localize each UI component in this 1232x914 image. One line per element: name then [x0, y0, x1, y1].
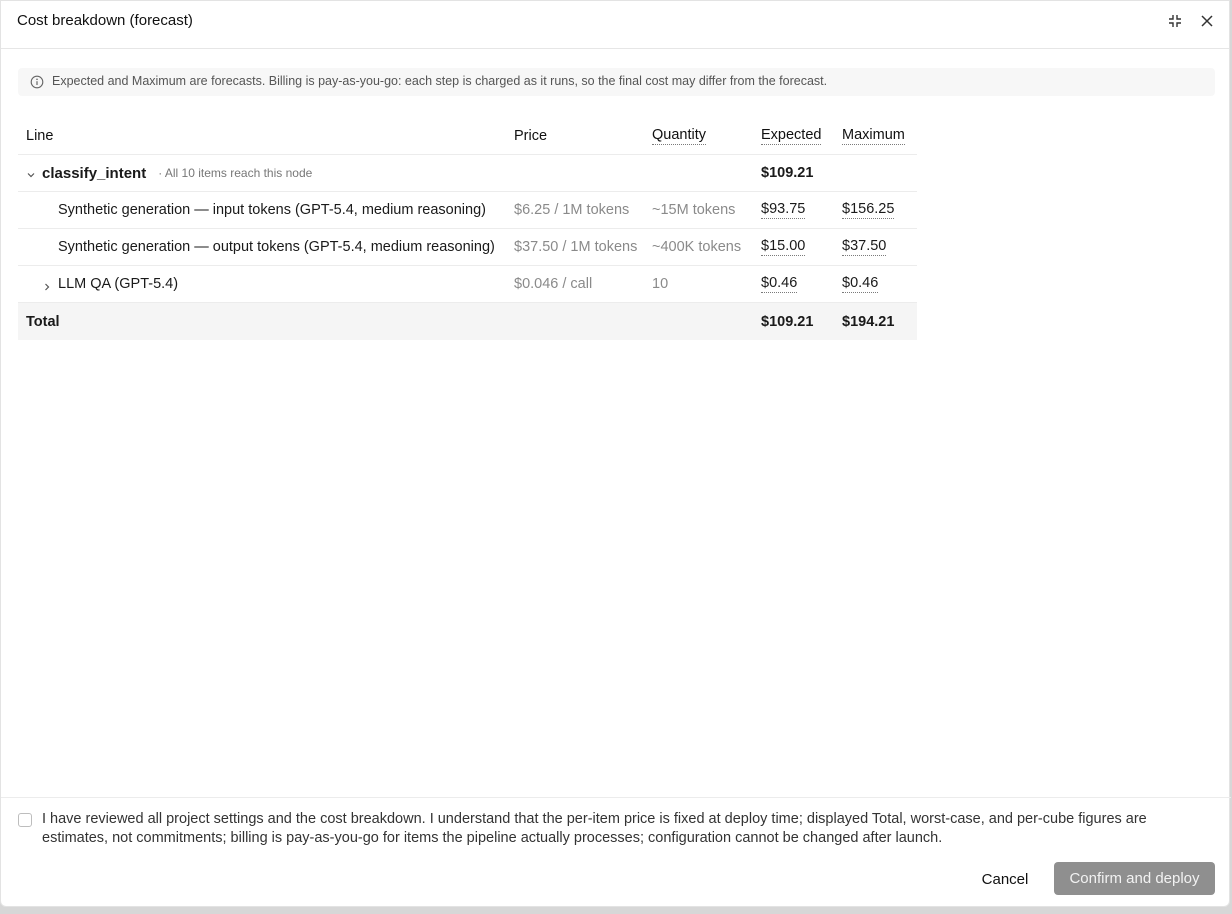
node-row-classify-intent[interactable]: classify_intent · All 10 items reach thi…	[18, 155, 917, 192]
item-quantity: ~15M tokens	[652, 202, 736, 218]
confirm-deploy-button[interactable]: Confirm and deploy	[1054, 862, 1215, 895]
header-line: Line	[26, 127, 54, 144]
item-line: LLM QA (GPT-5.4)	[58, 276, 179, 292]
node-expected: $109.21	[761, 165, 814, 181]
table-row-llm-qa[interactable]: LLM QA (GPT-5.4) $0.046 / call 10 $0.46 …	[18, 266, 917, 303]
chevron-down-icon[interactable]	[26, 168, 36, 178]
item-price: $0.046 / call	[514, 276, 593, 292]
dialog-header: Cost breakdown (forecast)	[1, 1, 1229, 49]
item-expected[interactable]: $93.75	[761, 192, 806, 228]
header-quantity[interactable]: Quantity	[652, 117, 706, 154]
total-label: Total	[26, 313, 60, 330]
item-expected[interactable]: $15.00	[761, 229, 806, 265]
collapse-icon[interactable]	[1167, 13, 1183, 29]
notice-text: Expected and Maximum are forecasts. Bill…	[52, 74, 828, 88]
info-icon	[30, 75, 44, 89]
item-line: Synthetic generation — output tokens (GP…	[58, 239, 495, 255]
node-line: classify_intent · All 10 items reach thi…	[26, 155, 312, 191]
item-quantity: 10	[652, 276, 669, 292]
dialog-title: Cost breakdown (forecast)	[17, 12, 193, 29]
cancel-button[interactable]: Cancel	[969, 862, 1041, 896]
forecast-notice: Expected and Maximum are forecasts. Bill…	[18, 68, 1215, 96]
item-expected[interactable]: $0.46	[761, 266, 798, 302]
chevron-right-icon[interactable]	[42, 279, 52, 291]
node-name: classify_intent	[42, 164, 147, 182]
total-row: Total $109.21 $194.21	[18, 303, 917, 340]
header-expected[interactable]: Expected	[761, 117, 822, 154]
cost-table: Line Price Quantity Expected Maximum cla…	[18, 117, 917, 340]
item-quantity: ~400K tokens	[652, 239, 742, 255]
item-maximum[interactable]: $0.46	[842, 266, 879, 302]
dialog-footer: I have reviewed all project settings and…	[1, 797, 1231, 907]
close-icon[interactable]	[1199, 13, 1215, 29]
node-note: · All 10 items reach this node	[158, 166, 313, 180]
table-header: Line Price Quantity Expected Maximum	[18, 117, 917, 155]
item-price: $37.50 / 1M tokens	[514, 239, 638, 255]
table-row: Synthetic generation — output tokens (GP…	[18, 229, 917, 266]
acknowledgement-text: I have reviewed all project settings and…	[42, 811, 1147, 846]
cost-breakdown-dialog: Cost breakdown (forecast) Expected and M…	[0, 0, 1231, 907]
header-maximum[interactable]: Maximum	[842, 117, 905, 154]
header-price: Price	[514, 127, 548, 144]
table-row: Synthetic generation — input tokens (GPT…	[18, 192, 917, 229]
acknowledge-checkbox[interactable]	[18, 813, 32, 827]
item-price: $6.25 / 1M tokens	[514, 202, 630, 218]
item-line: Synthetic generation — input tokens (GPT…	[58, 202, 486, 218]
item-maximum[interactable]: $156.25	[842, 192, 895, 228]
total-maximum: $194.21	[842, 313, 895, 330]
item-maximum[interactable]: $37.50	[842, 229, 887, 265]
total-expected: $109.21	[761, 313, 814, 330]
